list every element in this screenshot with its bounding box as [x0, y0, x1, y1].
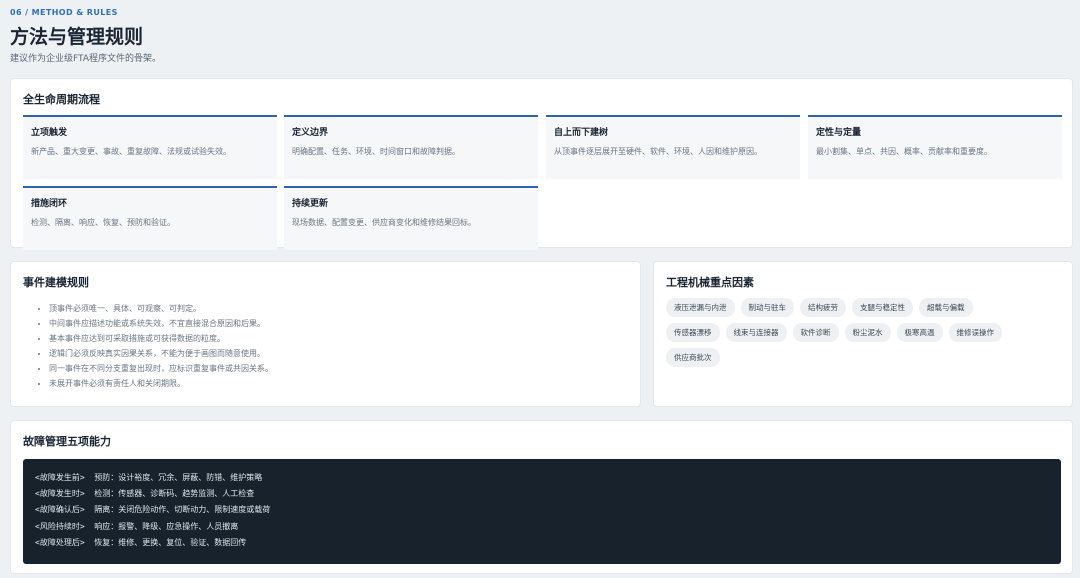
capabilities-title: 故障管理五项能力 — [23, 435, 111, 448]
list-item: 中间事件应描述功能或系统失效，不宜直接混合原因和后果。 — [49, 316, 609, 331]
code-line: <故障处理后> 恢复：维修、更换、复位、验证、数据回传 — [35, 537, 247, 547]
focus-title: 工程机械重点因素 — [666, 276, 754, 289]
tag: 维修误操作 — [948, 323, 1002, 342]
page: 06 / METHOD & RULES 方法与管理规则 建议作为企业级FTA程序… — [0, 0, 1080, 578]
lifecycle-card-title: 定性与定量 — [816, 128, 862, 138]
tag: 线束与连接器 — [725, 323, 787, 342]
tag: 结构疲劳 — [800, 298, 846, 317]
lifecycle-card-initiate: 立项触发 新产品、重大变更、事故、重复故障、法规或试验失效。 — [23, 115, 277, 179]
lifecycle-card-title: 措施闭环 — [31, 199, 68, 209]
lifecycle-card-title: 立项触发 — [31, 128, 68, 138]
capabilities-panel: 故障管理五项能力 <故障发生前> 预防：设计裕度、冗余、屏蔽、防错、维护策略 <… — [10, 420, 1073, 574]
lifecycle-card-update: 持续更新 现场数据、配置变更、供应商变化和维修结果回标。 — [284, 186, 538, 250]
lifecycle-card-desc: 最小割集、单点、共因、概率、贡献率和重要度。 — [816, 147, 992, 156]
lifecycle-panel: 全生命周期流程 立项触发 新产品、重大变更、事故、重复故障、法规或试验失效。 定… — [10, 78, 1073, 250]
list-item: 未展开事件必须有责任人和关闭期限。 — [49, 376, 609, 391]
lifecycle-card-closure: 措施闭环 检测、隔离、响应、恢复、预防和验证。 — [23, 186, 277, 250]
list-item: 逻辑门必须反映真实因果关系，不能为便于画图而随意使用。 — [49, 346, 609, 361]
tag: 软件诊断 — [792, 323, 839, 342]
code-line: <故障确认后> 隔离：关闭危险动作、切断动力、限制速度或载荷 — [35, 505, 271, 515]
tag: 传感器漂移 — [666, 323, 720, 342]
focus-panel: 工程机械重点因素 液压泄漏与内泄 制动与驻车 结构疲劳 支腿与稳定性 超载与偏载… — [653, 261, 1073, 407]
page-title: 方法与管理规则 — [10, 26, 144, 48]
code-line: <故障发生时> 检测：传感器、诊断码、趋势监测、人工检查 — [35, 489, 255, 499]
lifecycle-card-analysis: 定性与定量 最小割集、单点、共因、概率、贡献率和重要度。 — [808, 115, 1062, 179]
tag-list: 液压泄漏与内泄 制动与驻车 结构疲劳 支腿与稳定性 超载与偏载 传感器漂移 线束… — [666, 298, 1026, 367]
lifecycle-card-desc: 检测、隔离、响应、恢复、预防和验证。 — [31, 218, 175, 227]
section-eyebrow: 06 / METHOD & RULES — [10, 8, 118, 17]
rules-panel: 事件建模规则 顶事件必须唯一、具体、可观察、可判定。 中间事件应描述功能或系统失… — [10, 261, 641, 407]
rules-title: 事件建模规则 — [23, 276, 89, 289]
lifecycle-card-desc: 明确配置、任务、环境、时间窗口和故障判据。 — [292, 147, 460, 156]
tag: 粉尘泥水 — [844, 323, 891, 342]
lifecycle-card-desc: 现场数据、配置变更、供应商变化和维修结果回标。 — [292, 218, 476, 227]
lifecycle-card-build-tree: 自上而下建树 从顶事件逐层展开至硬件、软件、环境、人因和维护原因。 — [546, 115, 800, 179]
tag: 液压泄漏与内泄 — [666, 298, 735, 317]
tag: 支腿与稳定性 — [852, 298, 913, 317]
tag: 制动与驻车 — [740, 298, 794, 317]
tag: 供应商批次 — [666, 348, 720, 367]
rules-list: 顶事件必须唯一、具体、可观察、可判定。 中间事件应描述功能或系统失效，不宜直接混… — [49, 301, 609, 391]
list-item: 顶事件必须唯一、具体、可观察、可判定。 — [49, 301, 609, 316]
lifecycle-card-title: 自上而下建树 — [554, 128, 609, 138]
lifecycle-card-desc: 从顶事件逐层展开至硬件、软件、环境、人因和维护原因。 — [554, 147, 762, 156]
lifecycle-card-title: 持续更新 — [292, 199, 329, 209]
page-subtitle: 建议作为企业级FTA程序文件的骨架。 — [10, 54, 161, 64]
capabilities-code-block: <故障发生前> 预防：设计裕度、冗余、屏蔽、防错、维护策略 <故障发生时> 检测… — [23, 459, 1061, 564]
tag: 超载与偏载 — [919, 298, 973, 317]
lifecycle-card-boundary: 定义边界 明确配置、任务、环境、时间窗口和故障判据。 — [284, 115, 538, 179]
code-line: <故障发生前> 预防：设计裕度、冗余、屏蔽、防错、维护策略 — [35, 473, 263, 482]
tag: 极寒高温 — [896, 323, 943, 342]
lifecycle-card-title: 定义边界 — [292, 128, 329, 138]
code-line: <风险持续时> 响应：报警、降级、应急操作、人员撤离 — [35, 521, 239, 531]
lifecycle-title: 全生命周期流程 — [23, 93, 100, 106]
list-item: 基本事件应达到可采取措施或可获得数据的粒度。 — [49, 331, 609, 346]
list-item: 同一事件在不同分支重复出现时，应标识重复事件或共因关系。 — [49, 361, 609, 376]
lifecycle-card-desc: 新产品、重大变更、事故、重复故障、法规或试验失效。 — [31, 147, 231, 156]
